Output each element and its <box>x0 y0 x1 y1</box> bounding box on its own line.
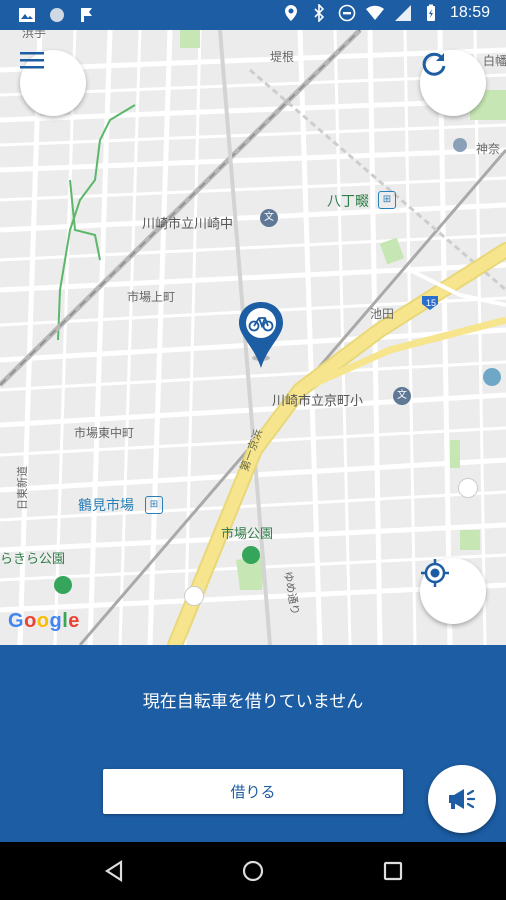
recents-button[interactable] <box>380 858 406 884</box>
map-label-park: らきら公園 <box>0 552 66 567</box>
store-icon <box>458 478 478 498</box>
clock-text: 18:59 <box>449 4 490 21</box>
hamburger-icon <box>20 52 44 69</box>
route-shield-label: 15 <box>425 298 436 308</box>
map-label: 池田 <box>370 307 395 321</box>
park-icon <box>242 546 260 564</box>
do-not-disturb-icon <box>338 4 356 22</box>
menu-button[interactable] <box>20 50 86 116</box>
status-bar-left <box>18 6 96 24</box>
location-icon <box>284 5 297 21</box>
crosshair-icon <box>421 559 449 587</box>
refresh-button[interactable] <box>420 50 486 116</box>
status-bar: 18:59 <box>0 0 506 30</box>
train-station-icon: ⊞ <box>145 496 163 514</box>
map-label-school: 川崎市立川崎中 <box>142 217 234 232</box>
train-station-icon: ⊞ <box>378 191 396 209</box>
rental-status-panel: 現在自転車を借りていません 借りる <box>0 645 506 842</box>
battery-icon <box>426 4 435 21</box>
refresh-icon <box>422 52 446 76</box>
map-view[interactable]: 浜手 堤根 白幡 神奈 八丁畷 ⊞ 川崎市立川崎中 文 市場上町 池田 15 川… <box>0 30 506 645</box>
google-logo: Google <box>8 610 80 632</box>
map-label: 堤根 <box>270 50 295 64</box>
map-label: 神奈 <box>476 142 501 156</box>
megaphone-icon <box>449 789 476 809</box>
flag-icon <box>81 8 92 22</box>
home-circle-icon <box>242 860 264 882</box>
wifi-icon <box>365 5 384 20</box>
bluetooth-icon <box>314 4 325 22</box>
back-button[interactable] <box>101 858 127 884</box>
map-label: 白幡 <box>483 54 506 68</box>
map-label: 市場東中町 <box>74 426 135 440</box>
map-label-station: 八丁畷 <box>327 194 369 210</box>
my-location-button[interactable] <box>420 558 486 624</box>
school-icon: 文 <box>260 209 278 227</box>
map-label: 日東新道 <box>16 466 29 510</box>
map-label-station: 鶴見市場 <box>78 498 134 514</box>
recents-square-icon <box>383 861 403 881</box>
map-label-school: 川崎市立京町小 <box>272 394 364 409</box>
rental-status-text: 現在自転車を借りていません <box>142 692 364 712</box>
rent-button[interactable]: 借りる <box>103 769 403 814</box>
school-icon: 文 <box>393 387 411 405</box>
image-icon <box>19 8 35 22</box>
bicycle-marker-icon[interactable] <box>236 300 286 372</box>
poi-icon <box>483 368 501 386</box>
map-label: 市場上町 <box>127 290 176 304</box>
store-icon <box>184 586 204 606</box>
signal-icon <box>394 5 411 21</box>
home-button[interactable] <box>240 858 266 884</box>
poi-icon <box>453 138 467 152</box>
status-bar-right: 18:59 <box>282 4 490 22</box>
map-label-park: 市場公園 <box>221 527 274 542</box>
announcement-button[interactable] <box>428 765 496 833</box>
map-label: 浜手 <box>22 30 47 40</box>
park-icon <box>54 576 72 594</box>
android-nav-bar <box>0 842 506 900</box>
back-triangle-icon <box>104 860 123 882</box>
circle-icon <box>50 8 64 22</box>
